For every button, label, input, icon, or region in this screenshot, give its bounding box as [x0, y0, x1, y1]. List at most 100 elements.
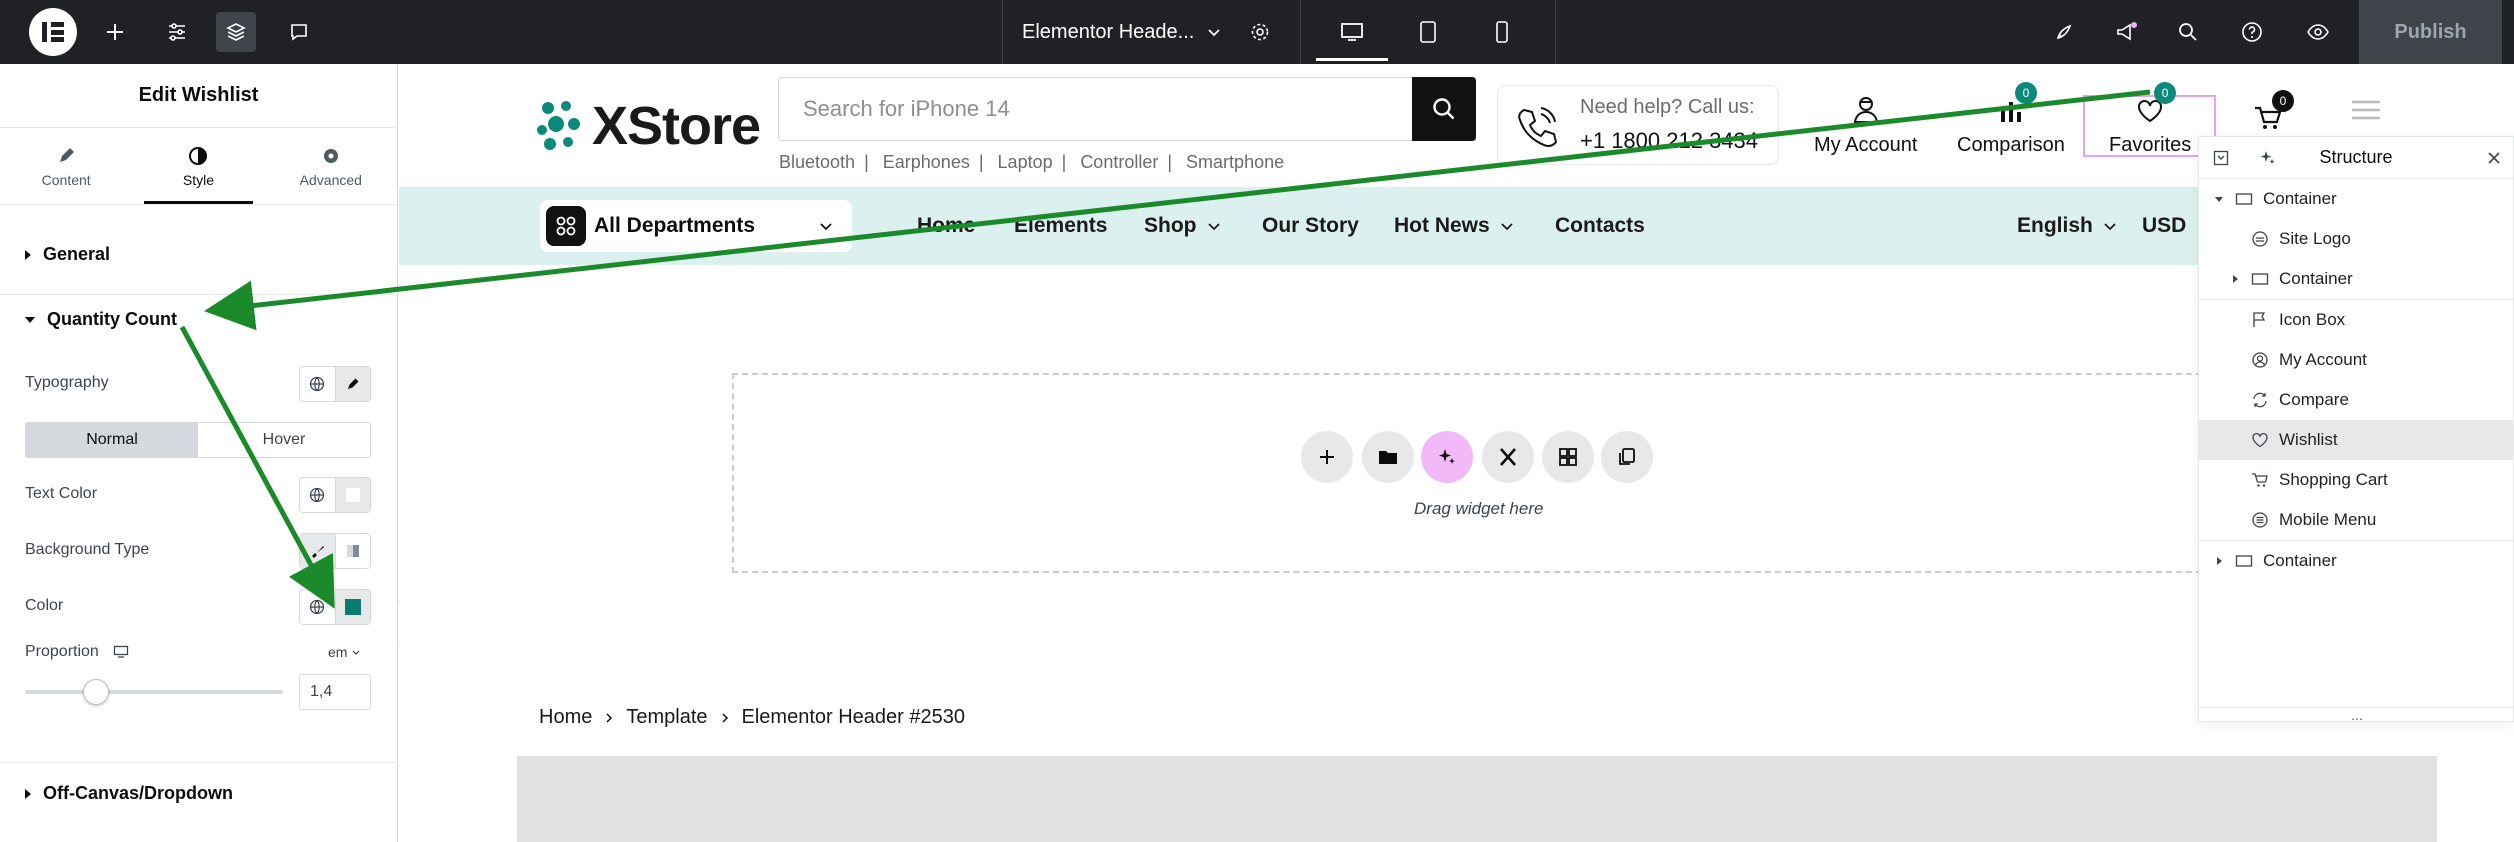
cart-icon [2252, 473, 2268, 487]
help-contact-box[interactable]: Need help? Call us: +1 1800 212 3434 [1497, 85, 1779, 165]
color-swatch[interactable] [334, 590, 370, 624]
unit-selector[interactable]: em [328, 644, 361, 660]
help-button[interactable] [2232, 12, 2272, 52]
publish-button[interactable]: Publish [2359, 0, 2502, 64]
structure-item-icon-box[interactable]: Icon Box [2199, 300, 2514, 340]
close-icon[interactable] [2487, 151, 2501, 165]
cart-link[interactable]: 0 [2248, 90, 2294, 132]
whats-new-button[interactable] [2106, 12, 2146, 52]
edit-typography-button[interactable] [334, 367, 370, 401]
caret-right-icon[interactable] [2214, 556, 2224, 566]
layers-icon [226, 23, 246, 41]
hamburger-menu-button[interactable] [2350, 98, 2382, 127]
structure-item-label: Wishlist [2279, 430, 2338, 449]
global-color-button[interactable] [300, 590, 335, 624]
comparison-link[interactable]: 0 Comparison [1957, 82, 2065, 157]
background-gradient-button[interactable] [334, 534, 371, 568]
favorites-link[interactable]: 0 Favorites [2109, 82, 2191, 157]
empty-container-dropzone[interactable] [732, 373, 2222, 573]
page-settings-button[interactable] [1240, 12, 1280, 52]
menu-item-our-story[interactable]: Our Story [1262, 214, 1359, 238]
gear-icon [323, 149, 338, 163]
structure-item-container[interactable]: Container [2199, 259, 2514, 299]
document-title[interactable]: Elementor Heade... [1022, 0, 1222, 64]
section-off-canvas[interactable]: Off-Canvas/Dropdown [25, 783, 233, 804]
preview-button[interactable] [2298, 12, 2338, 52]
background-classic-button[interactable] [300, 534, 335, 568]
structure-item-container[interactable]: Container [2199, 541, 2514, 581]
chevron-down-icon [820, 223, 832, 231]
desktop-icon[interactable] [113, 645, 129, 659]
mobile-view-button[interactable] [1482, 12, 1522, 52]
global-text-color-button[interactable] [300, 478, 335, 512]
desktop-view-button[interactable] [1332, 12, 1372, 52]
menu-item-contacts[interactable]: Contacts [1555, 214, 1645, 238]
tab-hover[interactable]: Hover [198, 423, 370, 457]
structure-button[interactable] [216, 12, 256, 52]
breadcrumb-item[interactable]: Home [539, 706, 592, 729]
elementor-logo-button[interactable] [29, 8, 77, 56]
structure-resize-handle[interactable]: ... [2199, 707, 2514, 722]
add-widget-button[interactable] [1301, 431, 1353, 483]
search-button[interactable] [1412, 77, 1476, 141]
structure-item-compare[interactable]: Compare [2199, 380, 2514, 420]
pencil-icon [60, 148, 75, 162]
search-tag[interactable]: Laptop [998, 152, 1053, 172]
popular-searches: Bluetooth | Earphones | Laptop | Controller… [779, 152, 1285, 172]
tab-normal[interactable]: Normal [26, 423, 198, 457]
editor-top-bar: Elementor Heade... Publish [0, 0, 2514, 64]
plus-icon [107, 24, 123, 40]
paste-button[interactable] [1601, 431, 1653, 483]
menu-item-hot-news[interactable]: Hot News [1394, 214, 1514, 238]
flag-icon [2253, 312, 2266, 327]
breadcrumb-item: Elementor Header #2530 [741, 706, 965, 728]
section-quantity-count[interactable]: Quantity Count [25, 309, 177, 330]
language-switcher[interactable]: English [2017, 214, 2117, 238]
site-logo[interactable]: XStore [536, 95, 761, 157]
menu-item-home[interactable]: Home [917, 214, 975, 238]
tablet-view-button[interactable] [1408, 12, 1448, 52]
structure-item-label: Compare [2279, 390, 2349, 409]
proportion-label: Proportion [25, 643, 99, 660]
proportion-input[interactable]: 1,4 [299, 674, 371, 710]
launchpad-button[interactable] [2044, 12, 2084, 52]
ai-button[interactable] [1421, 431, 1473, 483]
tab-advanced[interactable]: Advanced [265, 128, 397, 204]
add-template-button[interactable] [1362, 431, 1414, 483]
tab-style[interactable]: Style [132, 128, 264, 204]
caret-right-icon[interactable] [2230, 274, 2240, 284]
tab-content[interactable]: Content [0, 128, 132, 204]
breadcrumb-item[interactable]: Template [626, 706, 707, 729]
structure-item-shopping-cart[interactable]: Shopping Cart [2199, 460, 2514, 500]
structure-item-site-logo[interactable]: Site Logo [2199, 219, 2514, 259]
proportion-slider-track[interactable] [25, 690, 283, 694]
blocks-button[interactable] [1542, 431, 1594, 483]
grid-icon [556, 216, 576, 236]
structure-item-container[interactable]: Container [2199, 179, 2514, 219]
my-account-link[interactable]: My Account [1814, 88, 1917, 157]
structure-item-mobile-menu[interactable]: Mobile Menu [2199, 500, 2514, 540]
finder-button[interactable] [2168, 12, 2208, 52]
text-color-swatch[interactable] [334, 478, 370, 512]
structure-item-my-account[interactable]: My Account [2199, 340, 2514, 380]
caret-down-icon[interactable] [2214, 194, 2224, 204]
notes-button[interactable] [279, 12, 319, 52]
add-element-button[interactable] [95, 12, 135, 52]
cart-count-badge: 0 [2272, 90, 2294, 112]
structure-item-wishlist[interactable]: Wishlist [2199, 420, 2514, 460]
xstore-templates-button[interactable] [1482, 431, 1534, 483]
section-general[interactable]: General [25, 244, 110, 265]
proportion-slider-handle[interactable] [83, 679, 109, 705]
menu-item-elements[interactable]: Elements [1014, 214, 1107, 238]
global-typography-button[interactable] [300, 367, 335, 401]
site-settings-button[interactable] [157, 12, 197, 52]
search-tag[interactable]: Controller [1080, 152, 1158, 172]
currency-switcher[interactable]: USD [2142, 214, 2186, 238]
search-tag[interactable]: Earphones [883, 152, 970, 172]
menu-item-shop[interactable]: Shop [1144, 214, 1221, 238]
search-tag[interactable]: Bluetooth [779, 152, 855, 172]
chevron-right-icon [606, 712, 613, 723]
search-input[interactable]: Search for iPhone 14 [778, 77, 1476, 141]
search-tag[interactable]: Smartphone [1186, 152, 1284, 172]
all-departments-dropdown[interactable]: All Departments [540, 200, 852, 252]
